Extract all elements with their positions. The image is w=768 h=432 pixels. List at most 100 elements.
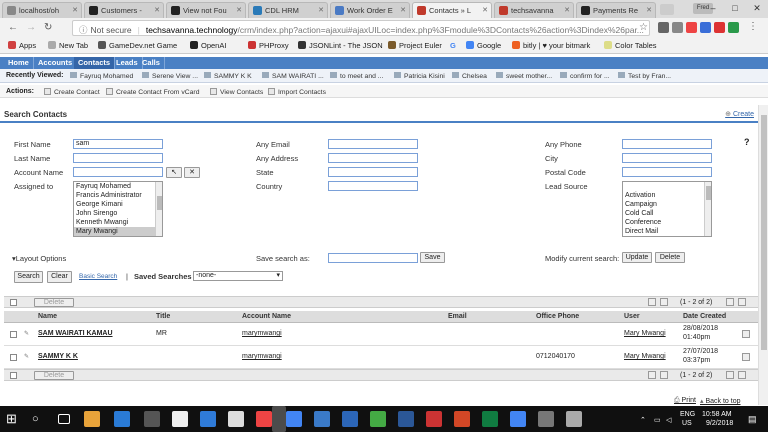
recent-item[interactable]: Patricia Kisini [394, 72, 445, 80]
language-indicator[interactable]: ENG [680, 411, 695, 418]
browser-tab-3[interactable]: View not Fou ✕ [166, 2, 246, 18]
browser-tab-1[interactable]: localhost/oh ✕ [2, 2, 82, 18]
bookmark-phproxy[interactable]: PHProxy [248, 41, 289, 50]
scroll-thumb[interactable] [761, 115, 767, 350]
scroll-thumb[interactable] [706, 186, 711, 200]
bookmark-new-tab[interactable]: New Tab [48, 41, 88, 50]
user-link[interactable]: Mary Mwangi [624, 353, 666, 360]
windows-start-icon[interactable]: ⊞ [6, 411, 22, 427]
store-icon[interactable] [144, 411, 160, 427]
clear-account-button[interactable]: ✕ [184, 167, 200, 178]
browser-tab-2[interactable]: Customers - ✕ [84, 2, 164, 18]
app-icon[interactable] [228, 411, 244, 427]
row-checkbox[interactable] [10, 331, 17, 338]
save-button[interactable]: Save [420, 252, 445, 263]
tray-chevron-icon[interactable]: ⌃ [640, 416, 646, 424]
new-tab-button[interactable] [660, 4, 674, 15]
scroll-thumb[interactable] [157, 196, 162, 210]
close-icon[interactable]: ✕ [646, 6, 652, 14]
account-name-input[interactable] [73, 167, 163, 177]
last-page-icon[interactable] [738, 298, 746, 306]
info-icon[interactable] [742, 353, 750, 361]
assigned-option[interactable]: Fayruq Mohamed [74, 182, 162, 191]
next-page-icon[interactable] [726, 298, 734, 306]
recent-item[interactable]: SAMMY K K [204, 72, 252, 80]
nav-home[interactable]: Home [4, 57, 34, 69]
assigned-option[interactable]: George Kimani [74, 200, 162, 209]
any-email-input[interactable] [328, 139, 418, 149]
extension-icon[interactable] [700, 22, 711, 33]
prev-page-icon[interactable] [660, 371, 668, 379]
bookmark-google[interactable]: Google [466, 41, 501, 50]
help-icon[interactable]: ? [744, 137, 750, 147]
close-icon[interactable]: ✕ [318, 6, 324, 14]
saved-searches-select[interactable]: -none- ▾ [193, 271, 283, 281]
city-input[interactable] [622, 153, 712, 163]
app-icon[interactable] [566, 411, 582, 427]
assigned-option[interactable]: John Sirengo [74, 209, 162, 218]
action-import-contacts[interactable]: Import Contacts [268, 88, 326, 96]
delete-records-button[interactable]: Delete [34, 371, 74, 380]
col-title[interactable]: Title [156, 313, 170, 320]
page-scrollbar[interactable] [758, 105, 768, 405]
first-page-icon[interactable] [648, 371, 656, 379]
url-input[interactable]: ⓘ Not secure | techsavanna.technology/crm/i… [72, 20, 650, 36]
assigned-option[interactable]: Francis Administrator [74, 191, 162, 200]
browser-tab-4[interactable]: CDL HRM ✕ [248, 2, 328, 18]
browser-tab-6-active[interactable]: Contacts » L ✕ [412, 2, 492, 18]
info-icon[interactable]: ⓘ [79, 25, 88, 35]
col-email[interactable]: Email [448, 313, 467, 320]
col-account-name[interactable]: Account Name [242, 313, 291, 320]
account-link[interactable]: marymwangi [242, 353, 282, 360]
recent-item[interactable]: Serene View ... [142, 72, 198, 80]
close-icon[interactable]: ✕ [154, 6, 160, 14]
chrome-icon[interactable] [286, 411, 302, 427]
row-checkbox[interactable] [10, 354, 17, 361]
bookmark-openai[interactable]: OpenAI [190, 41, 226, 50]
bookmark-apps[interactable]: Apps [8, 41, 36, 50]
lead-source-option[interactable]: Cold Call [623, 209, 711, 218]
app-icon[interactable] [314, 411, 330, 427]
recent-item[interactable]: Chelsea [452, 72, 487, 80]
contact-name-link[interactable]: SAM WAIRATI KAMAU [38, 330, 113, 337]
prev-page-icon[interactable] [660, 298, 668, 306]
info-icon[interactable] [742, 330, 750, 338]
back-to-top-link[interactable]: ▴ Back to top [700, 397, 741, 405]
powerpoint-icon[interactable] [454, 411, 470, 427]
postal-code-input[interactable] [622, 167, 712, 177]
battery-icon[interactable]: ▭ [654, 416, 661, 424]
extension-icon[interactable] [728, 22, 739, 33]
delete-records-button[interactable]: Delete [34, 298, 74, 307]
forward-icon[interactable]: → [26, 22, 36, 33]
amazon-icon[interactable] [172, 411, 188, 427]
bookmark-project-euler[interactable]: Project Euler [388, 41, 442, 50]
action-view-contacts[interactable]: View Contacts [210, 88, 263, 96]
reload-icon[interactable]: ↻ [44, 22, 52, 33]
extension-icon[interactable] [686, 22, 697, 33]
create-link[interactable]: ⊕ Create [725, 110, 754, 118]
recent-item[interactable]: confirm for ... [560, 72, 610, 80]
close-icon[interactable]: ✕ [72, 6, 78, 14]
close-window-icon[interactable]: ✕ [746, 0, 768, 18]
app-icon[interactable] [426, 411, 442, 427]
recent-item[interactable]: SAM WAIRATI ... [262, 72, 324, 80]
lead-source-listbox[interactable]: Activation Campaign Cold Call Conference… [622, 181, 712, 237]
recent-item[interactable]: Test by Fran... [618, 72, 671, 80]
nav-contacts[interactable]: Contacts [74, 57, 116, 69]
browser-tab-8[interactable]: Payments Re ✕ [576, 2, 656, 18]
assigned-option[interactable]: Kenneth Mwangi [74, 218, 162, 227]
notification-icon[interactable]: ▤ [748, 414, 757, 425]
any-address-input[interactable] [328, 153, 418, 163]
first-page-icon[interactable] [648, 298, 656, 306]
col-name[interactable]: Name [38, 313, 57, 320]
last-page-icon[interactable] [738, 371, 746, 379]
edit-icon[interactable]: ✎ [24, 353, 29, 360]
bookmark-star-icon[interactable]: ☆ [639, 22, 648, 33]
lead-source-option[interactable]: Conference [623, 218, 711, 227]
maximize-icon[interactable]: □ [724, 0, 746, 18]
search-icon[interactable]: ○ [32, 411, 48, 427]
nav-calls[interactable]: Calls [138, 57, 165, 69]
app-icon[interactable] [370, 411, 386, 427]
extension-icon[interactable] [714, 22, 725, 33]
recent-item[interactable]: sweet mother... [496, 72, 552, 80]
